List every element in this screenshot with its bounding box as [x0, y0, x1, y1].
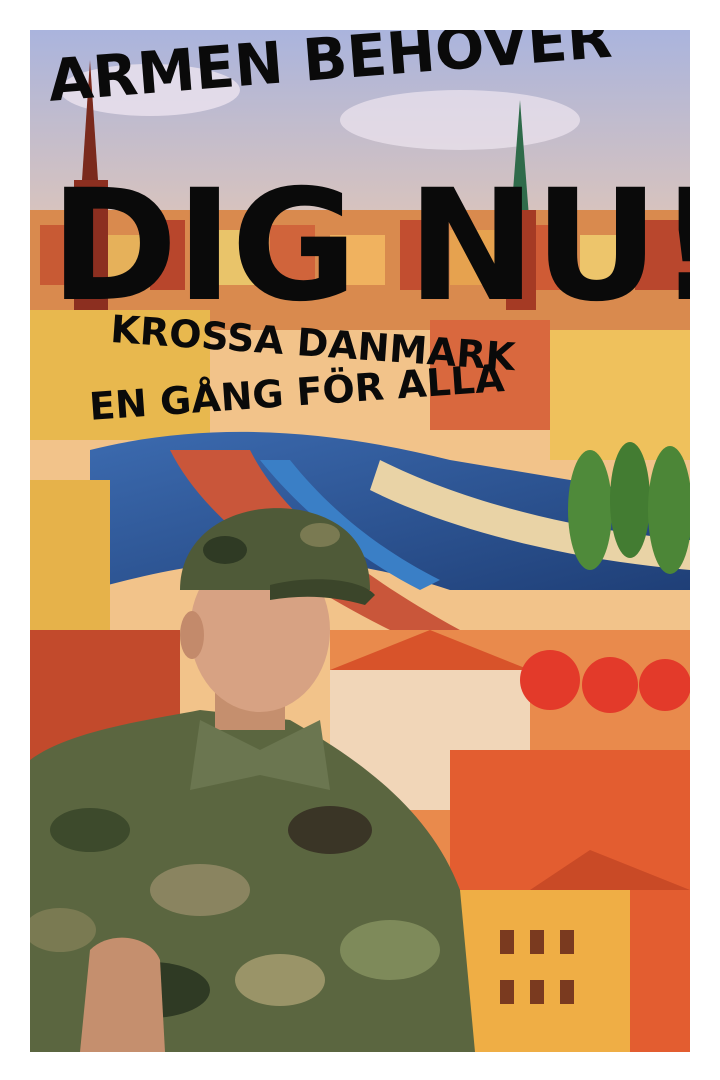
arches — [520, 650, 690, 713]
tree — [610, 442, 650, 558]
cap-camo — [300, 523, 340, 547]
headline-main: DIG NU! — [50, 157, 690, 336]
building — [550, 330, 690, 460]
cap-camo — [203, 536, 247, 564]
ear — [180, 611, 204, 659]
tree — [648, 446, 690, 574]
hand — [80, 937, 165, 1052]
cloud — [340, 90, 580, 150]
poster: ARMEN BEHÖVER DIG NU! KROSSA DANMARK EN … — [30, 30, 690, 1052]
building — [450, 890, 630, 1052]
tree — [568, 450, 612, 570]
building — [30, 480, 110, 640]
